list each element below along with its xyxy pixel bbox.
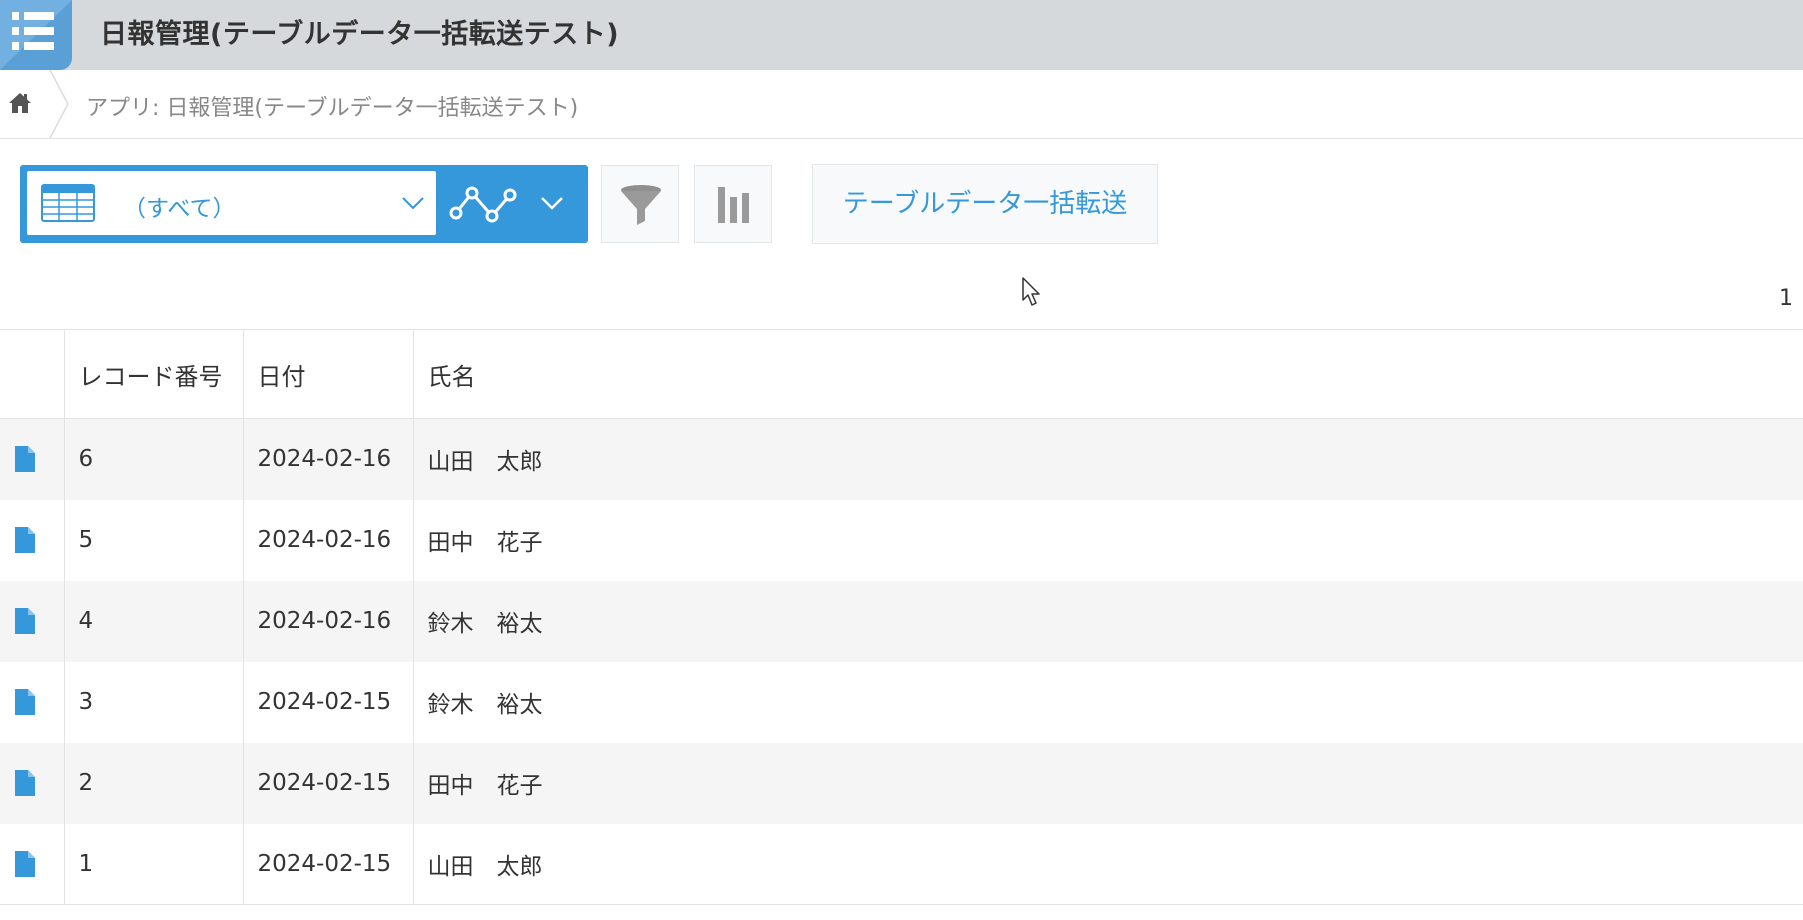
table-row[interactable]: 5 2024-02-16 田中 花子 xyxy=(0,499,1803,581)
chevron-down-icon xyxy=(402,197,424,210)
document-icon[interactable] xyxy=(15,527,35,553)
cell-date: 2024-02-16 xyxy=(243,418,414,500)
cell-date: 2024-02-16 xyxy=(243,580,414,662)
table-header-row: レコード番号 日付 氏名 xyxy=(0,329,1803,419)
cell-date: 2024-02-15 xyxy=(243,823,414,905)
document-icon[interactable] xyxy=(15,446,35,473)
row-detail-cell xyxy=(0,499,65,581)
cell-record-no: 4 xyxy=(64,580,244,662)
filter-icon xyxy=(621,185,661,225)
column-header-record-no[interactable]: レコード番号 xyxy=(64,329,244,419)
cell-record-no: 6 xyxy=(64,418,244,500)
filter-button[interactable] xyxy=(601,165,679,243)
table-row[interactable]: 1 2024-02-15 山田 太郎 xyxy=(0,823,1803,905)
graph-icon[interactable] xyxy=(448,183,518,225)
cell-date: 2024-02-15 xyxy=(243,661,414,743)
graph-menu-chevron-icon[interactable] xyxy=(540,195,564,211)
row-detail-cell xyxy=(0,661,65,743)
document-icon[interactable] xyxy=(15,608,35,634)
app-header: 日報管理(テーブルデータ一括転送テスト) xyxy=(0,0,1803,70)
cell-name: 田中 花子 xyxy=(413,742,1803,824)
table-row[interactable]: 2 2024-02-15 田中 花子 xyxy=(0,742,1803,824)
bar-chart-icon xyxy=(718,187,749,223)
row-detail-cell xyxy=(0,580,65,662)
column-header-name[interactable]: 氏名 xyxy=(413,329,1803,419)
list-app-icon[interactable] xyxy=(0,0,72,70)
cell-name: 山田 太郎 xyxy=(413,823,1803,905)
mouse-cursor-icon xyxy=(1022,277,1040,306)
breadcrumb-separator-icon xyxy=(49,70,69,138)
breadcrumb-app-link[interactable]: アプリ: 日報管理(テーブルデータ一括転送テスト) xyxy=(86,90,578,122)
bulk-transfer-button[interactable]: テーブルデータ一括転送 xyxy=(812,164,1158,244)
breadcrumb: アプリ: 日報管理(テーブルデータ一括転送テスト) xyxy=(0,70,1803,139)
document-icon[interactable] xyxy=(15,770,35,796)
table-row[interactable]: 3 2024-02-15 鈴木 裕太 xyxy=(0,661,1803,743)
view-select[interactable]: （すべて） xyxy=(27,171,436,235)
row-detail-cell xyxy=(0,823,65,905)
cell-name: 田中 花子 xyxy=(413,499,1803,581)
view-selector-group: （すべて） xyxy=(20,165,588,243)
table-row[interactable]: 4 2024-02-16 鈴木 裕太 xyxy=(0,580,1803,662)
table-view-icon xyxy=(41,184,95,222)
cell-record-no: 2 xyxy=(64,742,244,824)
row-detail-cell xyxy=(0,742,65,824)
document-icon[interactable] xyxy=(15,689,35,715)
home-icon[interactable] xyxy=(8,91,32,115)
cell-record-no: 3 xyxy=(64,661,244,743)
row-detail-cell xyxy=(0,418,65,500)
page-indicator: 1 xyxy=(1779,286,1793,311)
table-row[interactable]: 6 2024-02-16 山田 太郎 xyxy=(0,418,1803,500)
cell-date: 2024-02-16 xyxy=(243,499,414,581)
record-table: レコード番号 日付 氏名 6 2024-02-16 山田 太郎 5 2024-0… xyxy=(0,329,1803,905)
cell-record-no: 1 xyxy=(64,823,244,905)
cell-name: 鈴木 裕太 xyxy=(413,661,1803,743)
app-title: 日報管理(テーブルデータ一括転送テスト) xyxy=(100,19,620,50)
column-header-date[interactable]: 日付 xyxy=(243,329,414,419)
chart-button[interactable] xyxy=(694,165,772,243)
cell-record-no: 5 xyxy=(64,499,244,581)
header-icon-cell xyxy=(0,329,65,419)
document-icon[interactable] xyxy=(15,850,35,877)
view-select-value: （すべて） xyxy=(123,196,236,222)
cell-date: 2024-02-15 xyxy=(243,742,414,824)
cell-name: 鈴木 裕太 xyxy=(413,580,1803,662)
cell-name: 山田 太郎 xyxy=(413,418,1803,500)
